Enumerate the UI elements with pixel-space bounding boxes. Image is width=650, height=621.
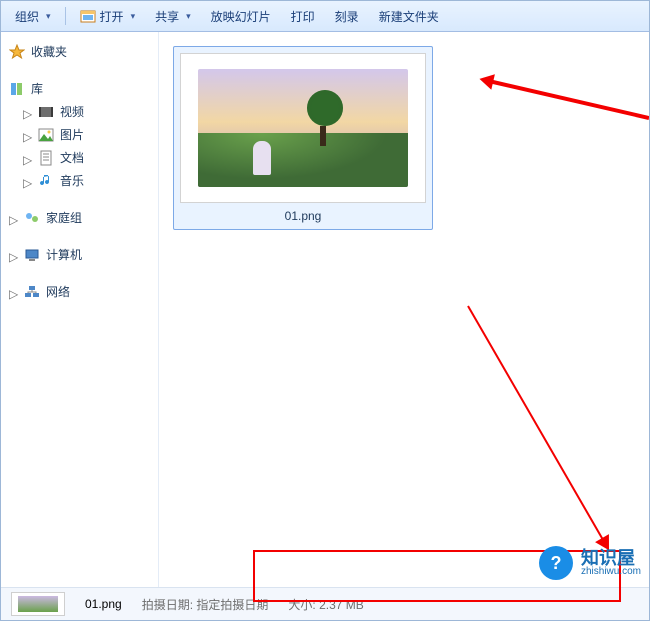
library-video-label: 视频 xyxy=(60,103,84,120)
print-label: 打印 xyxy=(291,8,315,25)
library-music-label: 音乐 xyxy=(60,172,84,189)
homegroup-icon xyxy=(24,210,40,226)
burn-label: 刻录 xyxy=(335,8,359,25)
expand-icon[interactable]: ▷ xyxy=(23,153,32,162)
expand-icon[interactable]: ▷ xyxy=(9,213,18,222)
pictures-icon xyxy=(38,127,54,143)
library-item-video[interactable]: ▷ 视频 xyxy=(5,100,154,123)
image-preview xyxy=(198,69,408,187)
new-folder-button[interactable]: 新建文件夹 xyxy=(371,5,447,28)
navigation-pane: 收藏夹 库 ▷ 视频 ▷ 图片 ▷ xyxy=(1,32,159,589)
burn-button[interactable]: 刻录 xyxy=(327,5,367,28)
computer-icon xyxy=(24,247,40,263)
library-item-pictures[interactable]: ▷ 图片 xyxy=(5,123,154,146)
slideshow-label: 放映幻灯片 xyxy=(211,8,271,25)
computer-header[interactable]: ▷ 计算机 xyxy=(5,243,154,266)
homegroup-group: ▷ 家庭组 xyxy=(5,206,154,229)
file-list[interactable]: 01.png xyxy=(159,32,649,589)
toolbar: 组织 打开 共享 放映幻灯片 打印 刻录 新建文件夹 xyxy=(1,1,649,32)
body: 收藏夹 库 ▷ 视频 ▷ 图片 ▷ xyxy=(1,32,649,589)
details-thumbnail xyxy=(11,592,65,616)
toolbar-separator xyxy=(65,7,66,25)
computer-group: ▷ 计算机 xyxy=(5,243,154,266)
library-item-documents[interactable]: ▷ 文档 xyxy=(5,146,154,169)
documents-icon xyxy=(38,150,54,166)
expand-icon[interactable]: ▷ xyxy=(23,176,32,185)
network-header[interactable]: ▷ 网络 xyxy=(5,280,154,303)
network-group: ▷ 网络 xyxy=(5,280,154,303)
open-label: 打开 xyxy=(100,8,124,25)
homegroup-label: 家庭组 xyxy=(46,209,82,226)
file-name-label: 01.png xyxy=(180,203,426,225)
watermark-url: zhishiwu.com xyxy=(581,567,641,577)
favorites-group: 收藏夹 xyxy=(5,40,154,63)
expand-icon[interactable]: ▷ xyxy=(23,107,32,116)
open-button[interactable]: 打开 xyxy=(72,5,144,28)
star-icon xyxy=(9,44,25,60)
details-file-name: 01.png xyxy=(85,597,122,611)
video-icon xyxy=(38,104,54,120)
libraries-icon xyxy=(9,81,25,97)
organize-label: 组织 xyxy=(15,8,39,25)
slideshow-button[interactable]: 放映幻灯片 xyxy=(203,5,279,28)
organize-button[interactable]: 组织 xyxy=(7,5,59,28)
print-button[interactable]: 打印 xyxy=(283,5,323,28)
watermark-title: 知识屋 xyxy=(581,549,641,567)
libraries-label: 库 xyxy=(31,80,43,97)
new-folder-label: 新建文件夹 xyxy=(379,8,439,25)
share-label: 共享 xyxy=(155,8,179,25)
library-documents-label: 文档 xyxy=(60,149,84,166)
network-label: 网络 xyxy=(46,283,70,300)
expand-icon[interactable]: ▷ xyxy=(9,287,18,296)
share-button[interactable]: 共享 xyxy=(147,5,199,28)
details-date: 拍摄日期: 指定拍摄日期 xyxy=(142,596,269,613)
library-item-music[interactable]: ▷ 音乐 xyxy=(5,169,154,192)
music-icon xyxy=(38,173,54,189)
details-date-label: 拍摄日期: xyxy=(142,598,193,612)
favorites-label: 收藏夹 xyxy=(31,43,67,60)
computer-label: 计算机 xyxy=(46,246,82,263)
libraries-header[interactable]: 库 xyxy=(5,77,154,100)
explorer-window: 组织 打开 共享 放映幻灯片 打印 刻录 新建文件夹 收藏夹 xyxy=(0,0,650,621)
expand-icon[interactable]: ▷ xyxy=(23,130,32,139)
libraries-group: 库 ▷ 视频 ▷ 图片 ▷ 文档 ▷ xyxy=(5,77,154,192)
open-icon xyxy=(80,8,96,24)
watermark-badge-icon: ? xyxy=(539,546,573,580)
network-icon xyxy=(24,284,40,300)
thumbnail-frame xyxy=(180,53,426,203)
file-thumbnail-selected[interactable]: 01.png xyxy=(173,46,433,230)
library-pictures-label: 图片 xyxy=(60,126,84,143)
watermark: ? 知识屋 zhishiwu.com xyxy=(539,546,641,580)
expand-icon[interactable]: ▷ xyxy=(9,250,18,259)
favorites-header[interactable]: 收藏夹 xyxy=(5,40,154,63)
homegroup-header[interactable]: ▷ 家庭组 xyxy=(5,206,154,229)
